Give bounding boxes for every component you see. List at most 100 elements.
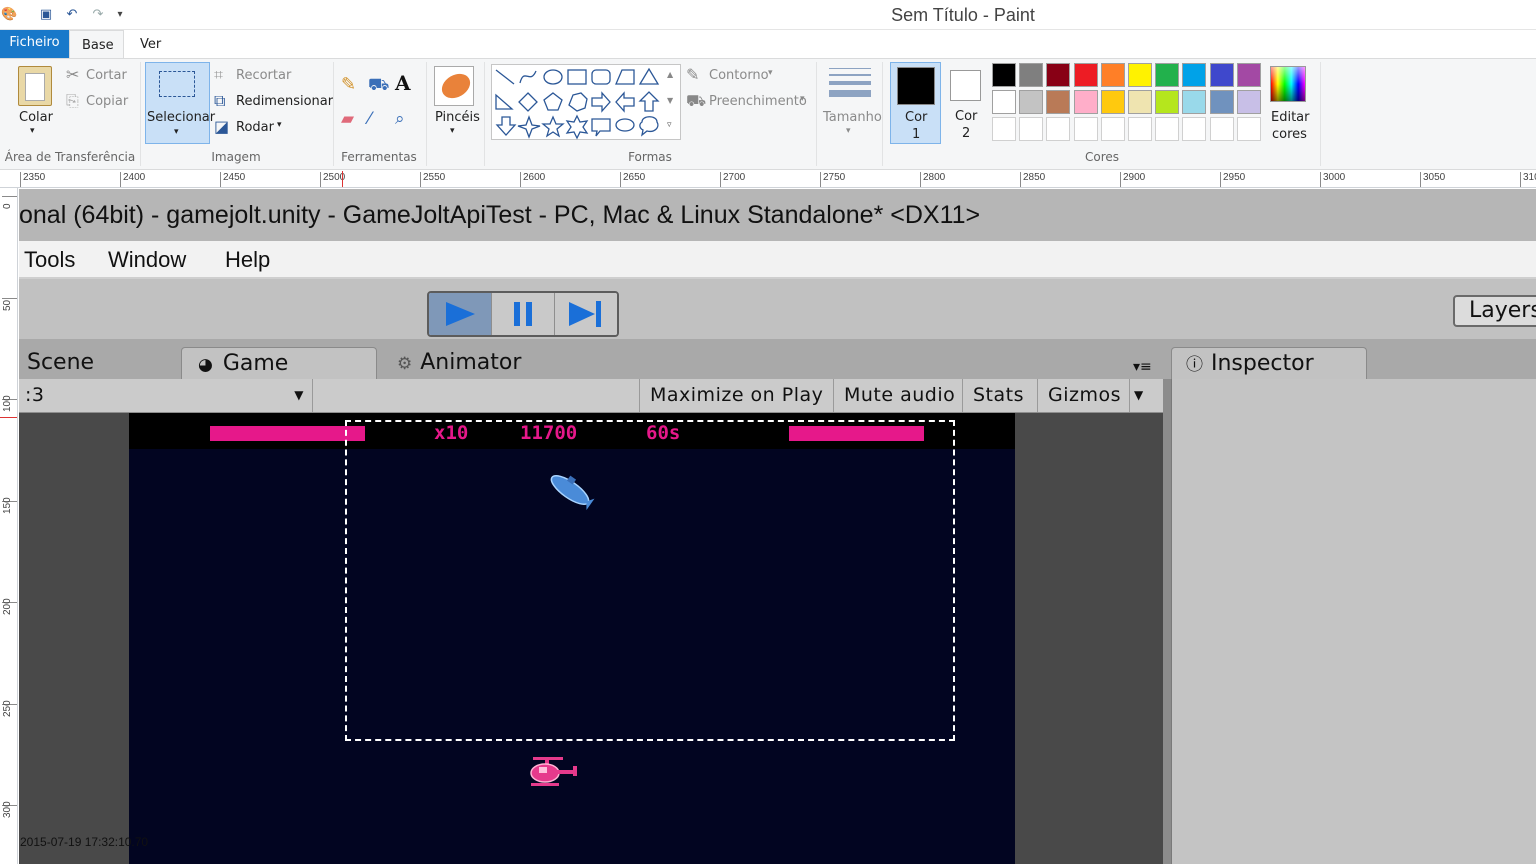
pencil-icon[interactable]: ✎	[341, 76, 356, 94]
color-swatch[interactable]	[1182, 90, 1207, 114]
size-dropdown-icon[interactable]: ▾	[846, 126, 851, 136]
paste-dropdown-icon[interactable]: ▾	[30, 126, 35, 136]
color1-button[interactable]: Cor 1	[890, 62, 941, 144]
eraser-icon[interactable]: ▰	[341, 110, 354, 128]
edit-colors-label[interactable]: Editar	[1271, 110, 1310, 125]
color-swatch[interactable]	[1236, 90, 1261, 114]
gizmos-toggle[interactable]: Gizmos	[1037, 379, 1131, 412]
selection-rectangle[interactable]	[345, 420, 955, 741]
color1-label: Cor	[905, 110, 928, 125]
tab-scene[interactable]: Scene	[19, 347, 94, 379]
color-swatch[interactable]	[992, 90, 1016, 114]
paste-icon[interactable]	[18, 66, 52, 106]
brushes-icon[interactable]	[434, 66, 475, 106]
shapes-scroll-down-icon[interactable]: ▼	[667, 96, 673, 105]
ruler-label: 2850	[1023, 172, 1046, 183]
mute-audio-toggle[interactable]: Mute audio	[833, 379, 965, 412]
select-dropdown-icon: ▾	[174, 127, 179, 137]
stats-toggle[interactable]: Stats	[962, 379, 1034, 412]
color-swatch[interactable]	[1128, 90, 1152, 114]
rotate-button[interactable]: Rodar	[236, 120, 274, 135]
color-swatch[interactable]	[1209, 90, 1234, 114]
crop-button[interactable]: Recortar	[236, 68, 291, 83]
outline-button[interactable]: Contorno	[709, 68, 769, 83]
color-swatch[interactable]	[1073, 63, 1098, 87]
color2-button[interactable]: Cor 2	[941, 62, 991, 144]
pause-button[interactable]	[492, 293, 555, 335]
ruler-label: 300	[2, 801, 13, 818]
aspect-dropdown-icon: ▼	[294, 388, 304, 402]
color-swatch[interactable]	[1073, 90, 1098, 114]
brushes-button[interactable]: Pincéis	[435, 110, 480, 125]
fill-dropdown-icon[interactable]: ▾	[800, 94, 805, 104]
play-button[interactable]	[429, 293, 492, 335]
fill-bucket-icon[interactable]: ⛟	[368, 76, 389, 94]
aspect-dropdown[interactable]: :3 ▼	[19, 379, 313, 412]
ruler-label: 2800	[923, 172, 946, 183]
ruler-tick	[620, 172, 621, 187]
fill-button[interactable]: Preenchimento	[709, 94, 807, 109]
color-swatch[interactable]	[1155, 117, 1180, 141]
ruler-tick	[220, 172, 221, 187]
size-button[interactable]: Tamanho	[823, 110, 882, 125]
shapes-expand-icon[interactable]: ▿	[667, 120, 672, 130]
color-swatch[interactable]	[1100, 63, 1125, 87]
copy-button[interactable]: Copiar	[86, 94, 128, 109]
color-swatch[interactable]	[1019, 90, 1044, 114]
color-swatch[interactable]	[1155, 63, 1180, 87]
shapes-gallery[interactable]	[491, 64, 681, 140]
tab-home[interactable]: Base	[69, 30, 124, 59]
color-swatch[interactable]	[1209, 117, 1234, 141]
color-swatch[interactable]	[1100, 117, 1125, 141]
color-swatch[interactable]	[1046, 117, 1071, 141]
layers-dropdown[interactable]: Layers	[1453, 295, 1536, 327]
text-tool-icon[interactable]: A	[395, 73, 411, 93]
color-swatch[interactable]	[1182, 117, 1207, 141]
tab-game[interactable]: ◕ Game	[181, 347, 377, 379]
color-swatch[interactable]	[992, 117, 1016, 141]
step-button[interactable]	[555, 293, 617, 335]
color-swatch[interactable]	[1019, 117, 1044, 141]
paint-canvas[interactable]: onal (64bit) - gamejolt.unity - GameJolt…	[19, 189, 1536, 864]
tab-animator[interactable]: ⚙ Animator	[389, 347, 521, 379]
color-swatch[interactable]	[1019, 63, 1044, 87]
game-tab-icon: ◕	[198, 355, 213, 375]
color-swatch[interactable]	[1100, 90, 1125, 114]
rotate-dropdown-icon[interactable]: ▾	[277, 120, 282, 130]
color-swatch[interactable]	[992, 63, 1016, 87]
menu-tools[interactable]: Tools	[24, 247, 75, 273]
size-icon[interactable]	[829, 68, 871, 100]
color-swatch[interactable]	[1128, 63, 1152, 87]
tab-file[interactable]: Ficheiro	[0, 30, 69, 58]
edit-colors-icon[interactable]	[1270, 66, 1306, 102]
color-swatch[interactable]	[1073, 117, 1098, 141]
menu-help[interactable]: Help	[225, 247, 270, 273]
color-swatch[interactable]	[1236, 63, 1261, 87]
color-picker-icon[interactable]: ⁄	[368, 110, 371, 128]
ruler-cursor-marker-v	[0, 417, 17, 418]
color-swatch[interactable]	[1209, 63, 1234, 87]
edit-colors-label-2[interactable]: cores	[1272, 127, 1307, 142]
outline-dropdown-icon[interactable]: ▾	[768, 68, 773, 78]
maximize-on-play-toggle[interactable]: Maximize on Play	[639, 379, 833, 412]
color-swatch[interactable]	[1128, 117, 1152, 141]
color-swatch[interactable]	[1046, 90, 1071, 114]
color-swatch[interactable]	[1155, 90, 1180, 114]
cut-button[interactable]: Cortar	[86, 68, 127, 83]
shapes-scroll-up-icon[interactable]: ▲	[667, 70, 673, 79]
color-swatch[interactable]	[1046, 63, 1071, 87]
select-button[interactable]: Selecionar ▾	[145, 62, 215, 144]
paste-button[interactable]: Colar	[19, 110, 53, 125]
magnifier-icon[interactable]: ⌕	[395, 110, 405, 128]
tab-view[interactable]: Ver	[128, 30, 173, 59]
shapes-icon	[495, 67, 660, 140]
color-swatch[interactable]	[1182, 63, 1207, 87]
brushes-dropdown-icon[interactable]: ▾	[450, 126, 455, 136]
tab-inspector[interactable]: ⓘ Inspector	[1171, 347, 1367, 379]
gizmos-dropdown-icon[interactable]: ▼	[1129, 379, 1153, 412]
menu-window[interactable]: Window	[108, 247, 186, 273]
ruler-label: 2750	[823, 172, 846, 183]
panel-divider[interactable]	[1163, 379, 1171, 864]
color-swatch[interactable]	[1236, 117, 1261, 141]
resize-button[interactable]: Redimensionar	[236, 94, 333, 109]
